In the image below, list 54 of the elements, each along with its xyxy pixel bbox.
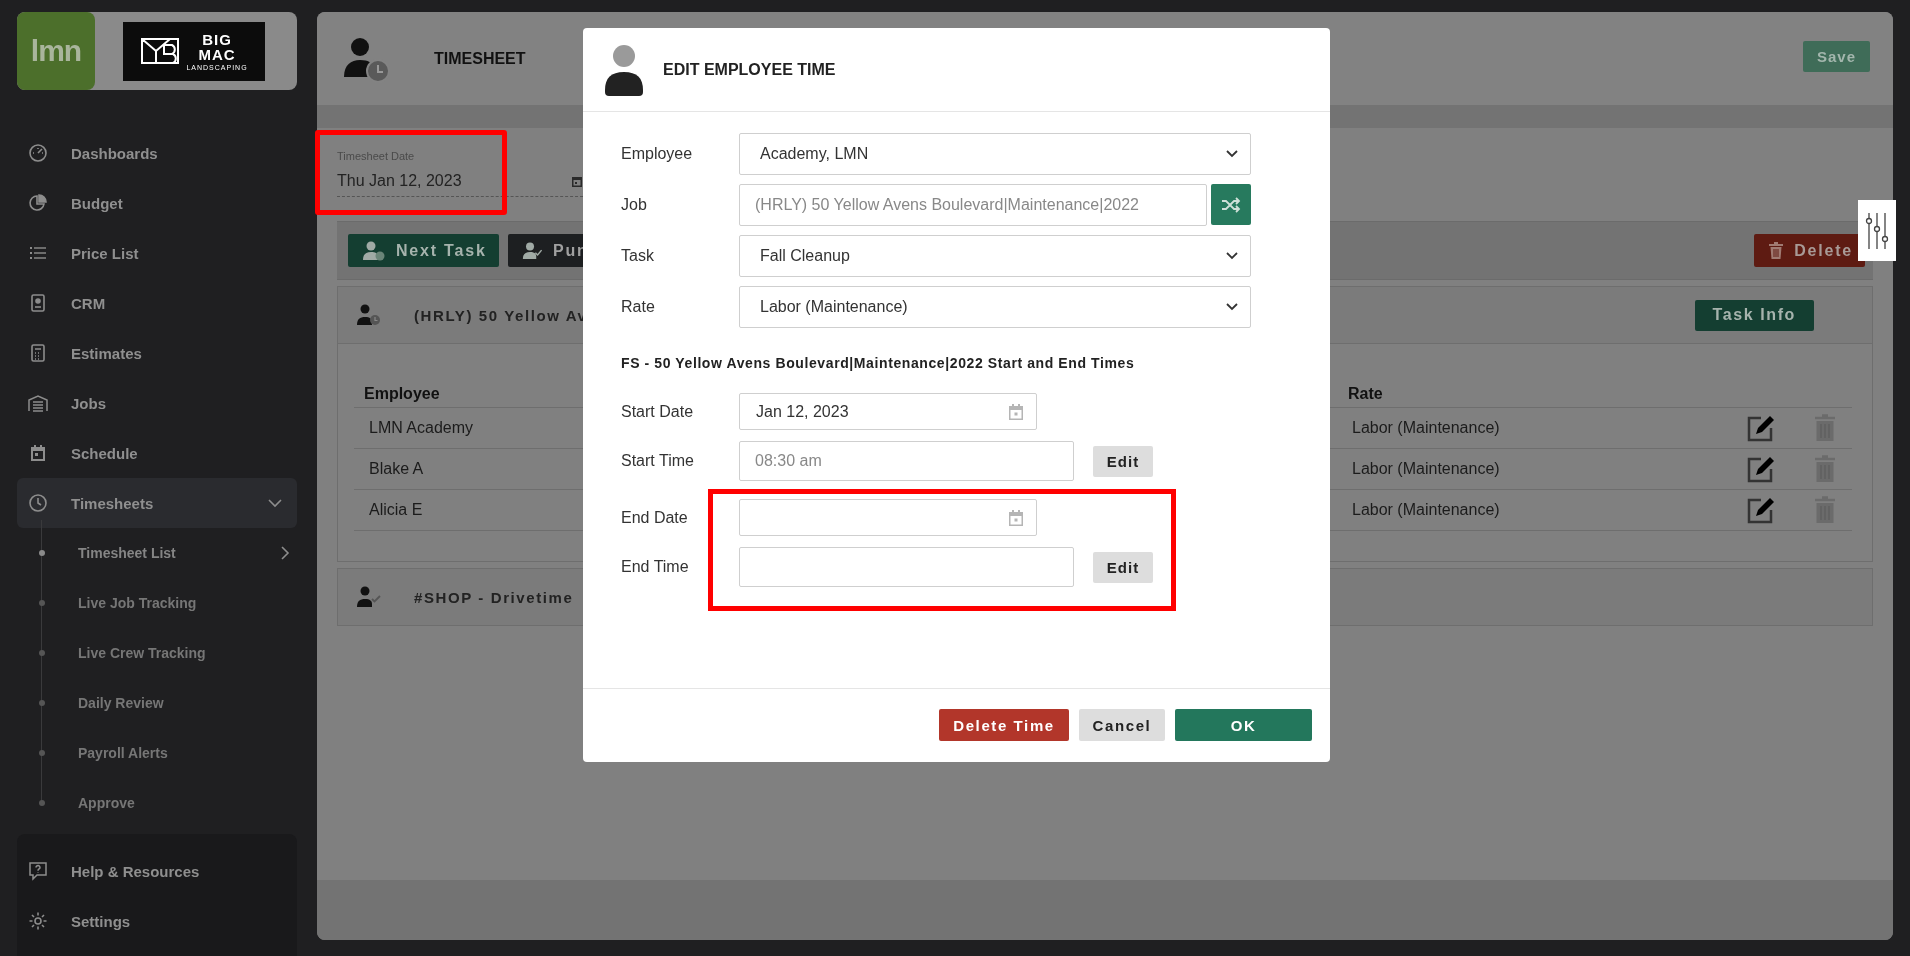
app-logo[interactable]: lmn bbox=[17, 12, 95, 90]
field-label: Rate bbox=[621, 298, 656, 316]
submenu-item[interactable]: Timesheet List bbox=[17, 528, 297, 578]
nav-item[interactable]: Settings bbox=[17, 896, 297, 946]
task-title: #SHOP - Drivetime bbox=[414, 588, 574, 606]
delete-button[interactable]: Delete bbox=[1754, 234, 1865, 267]
task-info-button[interactable]: Task Info bbox=[1694, 299, 1814, 331]
table-cell: Alicia E bbox=[369, 501, 423, 519]
field-label: End Date bbox=[621, 508, 689, 527]
edit-button[interactable]: Edit bbox=[1093, 551, 1153, 583]
input-field[interactable]: (HRLY) 50 Yellow Avens Boulevard|Maintenance|2022 bbox=[739, 184, 1207, 226]
nav-item[interactable]: Help & Resources bbox=[17, 846, 297, 896]
table-cell: Labor (Maintenance) bbox=[1352, 419, 1500, 437]
field-label: End Time bbox=[621, 558, 690, 576]
column-header: Rate bbox=[1348, 385, 1383, 403]
select-field[interactable]: Academy, LMN bbox=[739, 133, 1251, 175]
field-label: Employee bbox=[621, 145, 694, 163]
save-button[interactable]: Save bbox=[1802, 41, 1870, 72]
dialog-title: EDIT EMPLOYEE TIME bbox=[663, 60, 836, 79]
column-header: Employee bbox=[364, 385, 440, 403]
nav-item[interactable]: Estimates bbox=[17, 328, 297, 378]
select-field[interactable]: Fall Cleanup bbox=[739, 235, 1251, 277]
select-field[interactable]: Labor (Maintenance) bbox=[739, 286, 1251, 328]
nav-item[interactable]: Price List bbox=[17, 228, 297, 278]
dialog-button[interactable]: Delete Time bbox=[939, 709, 1069, 741]
dialog-button[interactable]: OK bbox=[1175, 709, 1312, 741]
table-cell: Labor (Maintenance) bbox=[1352, 460, 1500, 478]
nav-item[interactable]: Dashboards bbox=[17, 128, 297, 178]
submenu-item[interactable]: Live Job Tracking bbox=[17, 578, 297, 628]
submenu-item[interactable]: Payroll Alerts bbox=[17, 728, 297, 778]
section-heading: FS - 50 Yellow Avens Boulevard|Maintenance|2022 Start and End Times bbox=[621, 355, 1136, 371]
field-label: Start Time bbox=[621, 452, 695, 470]
nav-item[interactable]: Budget bbox=[17, 178, 297, 228]
nav-item[interactable]: Timesheets bbox=[17, 478, 297, 528]
table-cell: Labor (Maintenance) bbox=[1352, 501, 1500, 519]
field-label: Task bbox=[621, 247, 655, 265]
dialog-button[interactable]: Cancel bbox=[1079, 709, 1165, 741]
nav-item[interactable]: Jobs bbox=[17, 378, 297, 428]
field-label: Job bbox=[621, 196, 648, 214]
nav-item[interactable]: CRM bbox=[17, 278, 297, 328]
date-input[interactable]: Jan 12, 2023 bbox=[739, 393, 1037, 430]
toolbar-button[interactable]: Next Task bbox=[348, 234, 499, 267]
table-cell: Blake A bbox=[369, 460, 424, 478]
edit-button[interactable]: Edit bbox=[1093, 445, 1153, 477]
page-title: TIMESHEET bbox=[434, 49, 527, 68]
table-cell: LMN Academy bbox=[369, 419, 474, 437]
company-logo-text: MAC bbox=[198, 46, 236, 62]
time-input[interactable]: 08:30 am bbox=[739, 441, 1074, 481]
submenu-item[interactable]: Approve bbox=[17, 778, 297, 828]
submenu-item[interactable]: Live Crew Tracking bbox=[17, 628, 297, 678]
submenu-item[interactable]: Daily Review bbox=[17, 678, 297, 728]
field-label: Start Date bbox=[621, 402, 695, 421]
nav-item[interactable]: Schedule bbox=[17, 428, 297, 478]
company-logo-text: BIG bbox=[202, 31, 232, 47]
